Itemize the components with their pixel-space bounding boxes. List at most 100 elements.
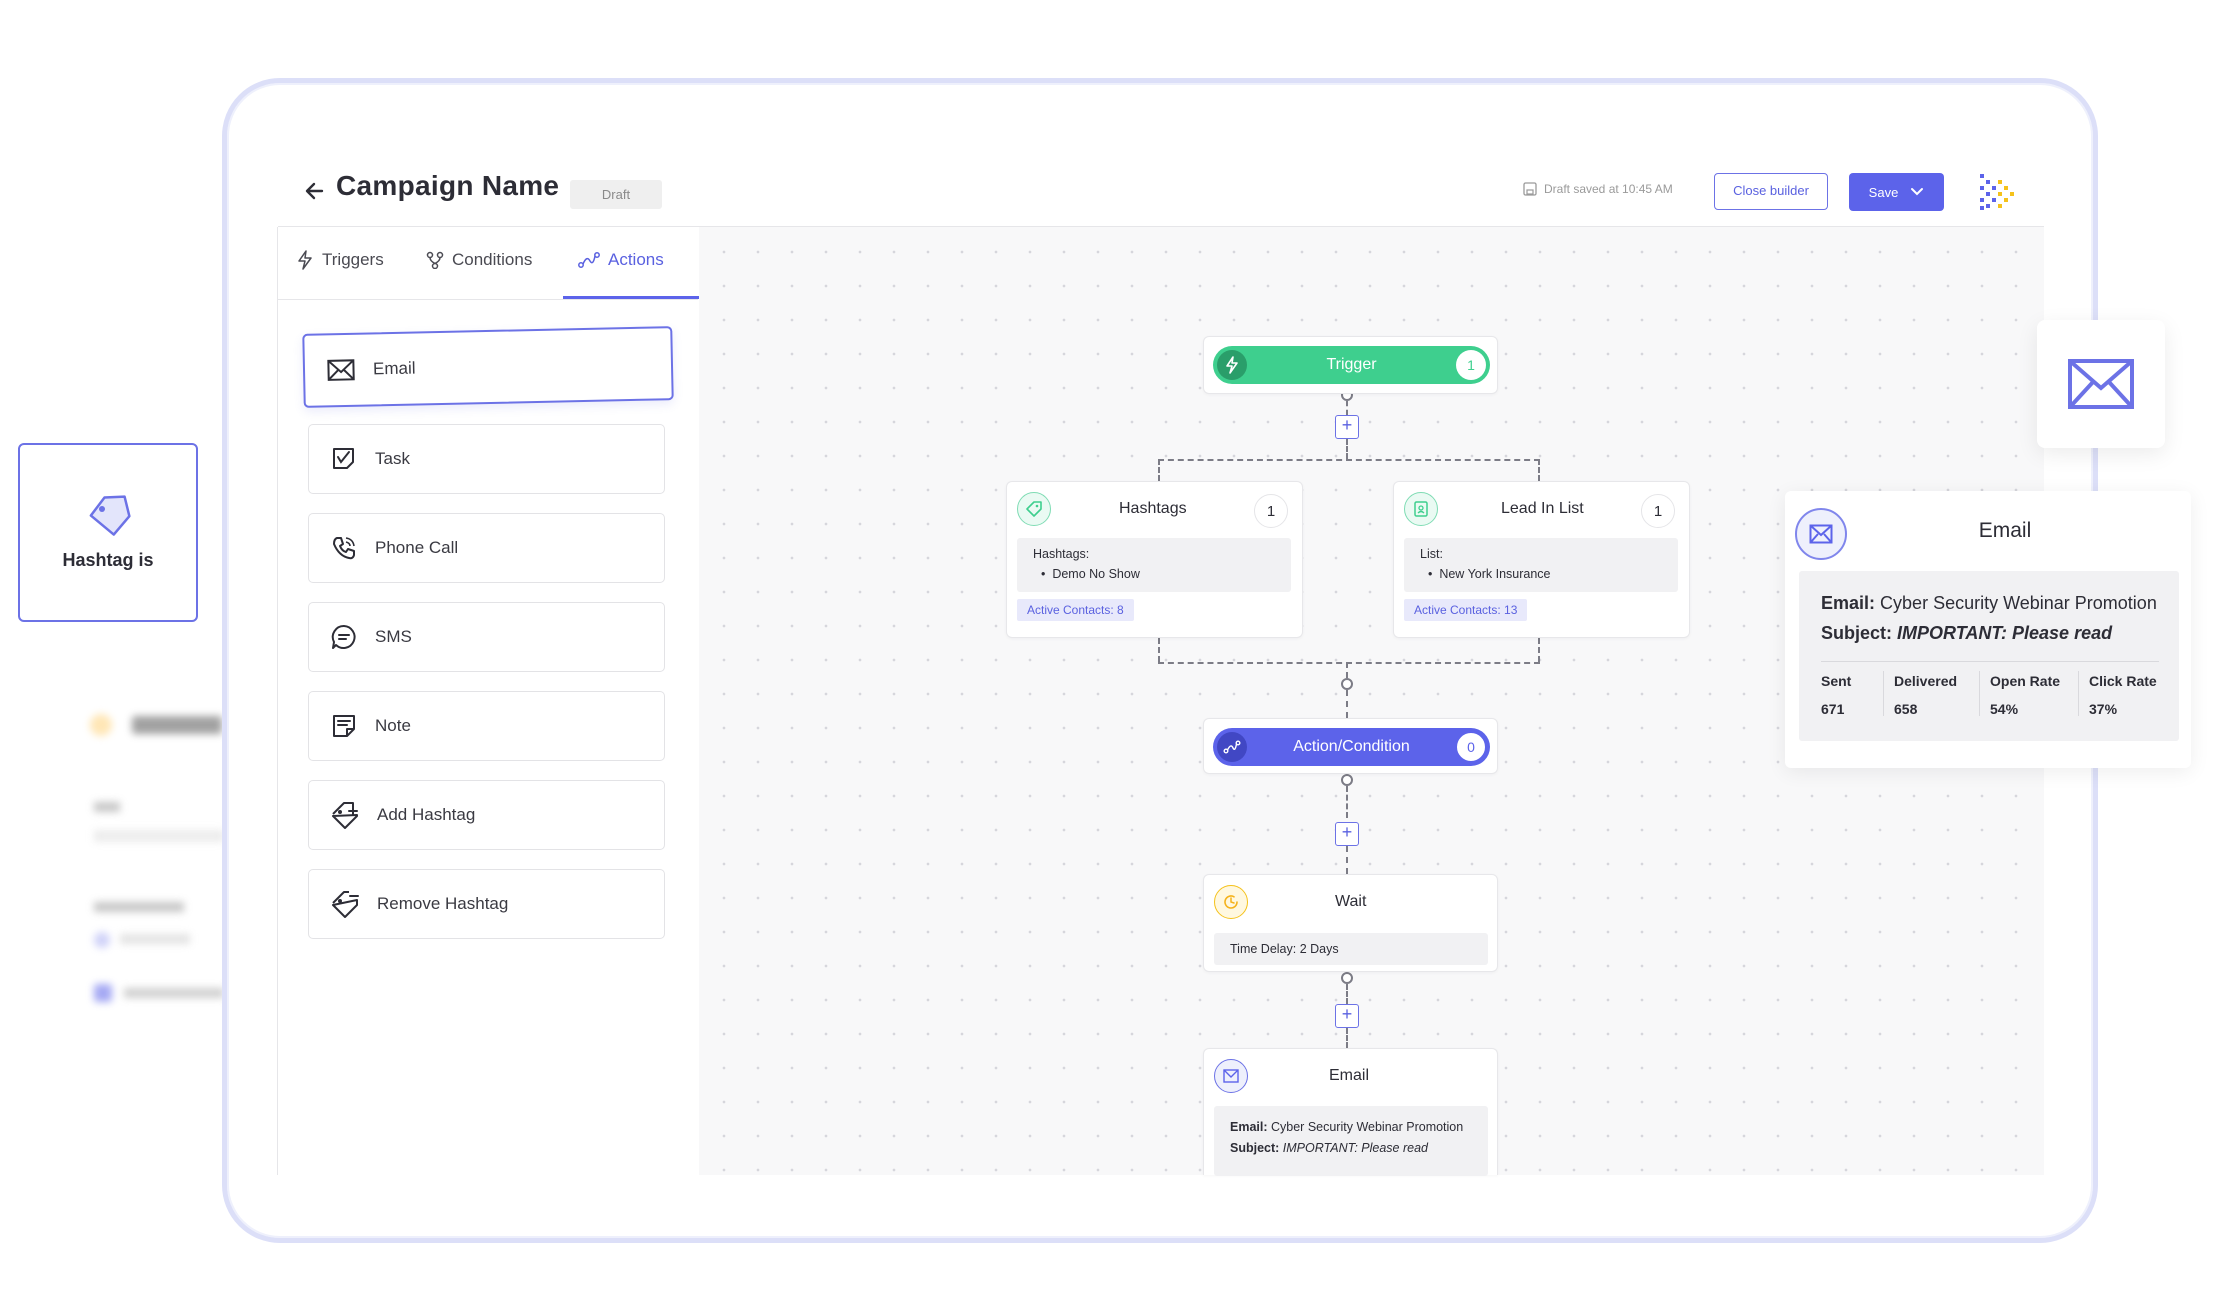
node-title: Lead In List <box>1501 500 1584 517</box>
stat-delivered: Delivered 658 <box>1894 673 1957 717</box>
envelope-icon <box>327 359 355 381</box>
node-title: Email <box>1329 1067 1370 1084</box>
action-item-sms[interactable]: SMS <box>308 602 665 672</box>
trigger-node[interactable]: Trigger 1 <box>1203 336 1498 394</box>
lightning-icon <box>1217 350 1247 380</box>
stat-label: Delivered <box>1894 673 1958 689</box>
connector-line <box>1346 984 1348 1004</box>
task-icon <box>333 448 354 469</box>
connector-line <box>1158 638 1160 662</box>
save-file-icon <box>1523 182 1537 196</box>
action-condition-label: Action/Condition <box>1293 738 1410 755</box>
subject-line: Subject: IMPORTANT: Please read <box>1821 623 2112 644</box>
phone-icon <box>333 537 355 560</box>
subject-value: IMPORTANT: Please read <box>1282 1141 1428 1155</box>
action-item-phone-call[interactable]: Phone Call <box>308 513 665 583</box>
wait-node[interactable]: Wait Time Delay: 2 Days <box>1203 874 1498 972</box>
connector-node[interactable] <box>1341 972 1353 984</box>
save-button[interactable]: Save <box>1849 173 1944 211</box>
connector-line <box>1538 459 1540 481</box>
info-label: List: <box>1420 547 1443 561</box>
connector-line <box>1346 846 1348 874</box>
trigger-label: Trigger <box>1326 356 1377 373</box>
tab-conditions-label: Conditions <box>452 250 533 269</box>
email-stats-card[interactable]: Email Email: Cyber Security Webinar Prom… <box>1785 491 2191 768</box>
close-builder-button[interactable]: Close builder <box>1714 173 1828 210</box>
stat-label: Open Rate <box>1990 673 2061 689</box>
info-label: Hashtags: <box>1033 547 1090 561</box>
stat-divider <box>1979 671 1980 716</box>
action-condition-count: 0 <box>1456 732 1486 762</box>
hashtag-card-label: Hashtag is <box>62 550 154 570</box>
stat-open-rate: Open Rate 54% <box>1990 673 2060 717</box>
tag-minus-icon <box>332 891 359 918</box>
stat-sent: Sent 671 <box>1821 673 1851 717</box>
branch-icon <box>426 251 444 269</box>
connector-node[interactable] <box>1341 774 1353 786</box>
brand-logo-icon <box>1980 174 2014 210</box>
envelope-icon <box>1214 1059 1248 1093</box>
action-item-add-hashtag[interactable]: Add Hashtag <box>308 780 665 850</box>
save-status-text: Draft saved at 10:45 AM <box>1544 182 1673 196</box>
info-value: New York Insurance <box>1439 567 1551 581</box>
connector-line <box>1346 439 1348 459</box>
stat-value: 37% <box>2089 701 2118 717</box>
subject-label: Subject: <box>1821 623 1893 643</box>
tab-actions[interactable]: Actions <box>578 250 664 270</box>
blurred-background-panel <box>80 690 230 1020</box>
action-item-remove-hashtag[interactable]: Remove Hashtag <box>308 869 665 939</box>
action-item-label: Remove Hashtag <box>377 894 509 913</box>
action-condition-node[interactable]: Action/Condition 0 <box>1203 718 1498 774</box>
add-step-button[interactable]: + <box>1335 822 1359 846</box>
action-item-label: Task <box>375 449 410 468</box>
lead-in-list-node[interactable]: Lead In List 1 List: • New York Insuranc… <box>1393 481 1690 638</box>
branch-line <box>1158 459 1540 461</box>
hashtag-is-card[interactable]: Hashtag is <box>18 443 198 622</box>
stat-value: 671 <box>1821 701 1845 717</box>
action-item-label: Phone Call <box>375 538 459 557</box>
node-title: Wait <box>1335 893 1367 910</box>
email-node[interactable]: Email Email: Cyber Security Webinar Prom… <box>1203 1048 1498 1176</box>
chat-bubble-icon <box>331 624 356 649</box>
action-item-label: Add Hashtag <box>377 805 476 824</box>
stat-divider <box>1883 671 1884 716</box>
tab-triggers-label: Triggers <box>322 250 384 269</box>
action-item-task[interactable]: Task <box>308 424 665 494</box>
add-step-button[interactable]: + <box>1335 415 1359 439</box>
action-condition-pill[interactable]: Action/Condition 0 <box>1213 728 1490 766</box>
email-card-title: Email <box>1978 519 2032 542</box>
tab-actions-label: Actions <box>608 250 664 269</box>
lightning-icon <box>298 250 312 270</box>
node-info-box: List: • New York Insurance <box>1404 538 1678 592</box>
back-arrow-icon[interactable] <box>300 176 330 206</box>
connector-line <box>1538 638 1540 662</box>
subject-line: Subject: IMPORTANT: Please read <box>1230 1141 1428 1155</box>
info-value: Demo No Show <box>1052 567 1140 581</box>
action-item-label: Email <box>372 358 416 379</box>
stat-value: 54% <box>1990 701 2019 717</box>
email-value: Cyber Security Webinar Promotion <box>1271 1120 1464 1134</box>
trigger-count: 1 <box>1456 350 1486 380</box>
action-item-note[interactable]: Note <box>308 691 665 761</box>
add-step-button[interactable]: + <box>1335 1004 1359 1028</box>
info-bullet: • New York Insurance <box>1428 567 1551 581</box>
status-badge: Draft <box>570 180 662 209</box>
tab-triggers[interactable]: Triggers <box>296 250 384 270</box>
connector-line <box>1346 690 1348 718</box>
action-item-email[interactable]: Email <box>302 326 674 408</box>
active-contacts-chip: Active Contacts: 8 <box>1017 599 1134 621</box>
trigger-pill[interactable]: Trigger 1 <box>1213 346 1490 384</box>
connector-node[interactable] <box>1341 678 1353 690</box>
connector-line <box>1346 1028 1348 1048</box>
email-label: Email: <box>1230 1120 1268 1134</box>
tab-conditions[interactable]: Conditions <box>426 250 532 270</box>
email-label: Email: <box>1821 593 1876 613</box>
tag-icon <box>89 495 131 536</box>
active-tab-indicator <box>563 296 699 299</box>
hashtags-node[interactable]: Hashtags 1 Hashtags: • Demo No Show Acti… <box>1006 481 1303 638</box>
email-line: Email: Cyber Security Webinar Promotion <box>1821 593 2157 614</box>
action-item-label: SMS <box>375 627 412 646</box>
page-title: Campaign Name <box>336 170 560 201</box>
action-item-label: Note <box>375 716 411 735</box>
chevron-down-icon[interactable] <box>1910 187 1924 197</box>
